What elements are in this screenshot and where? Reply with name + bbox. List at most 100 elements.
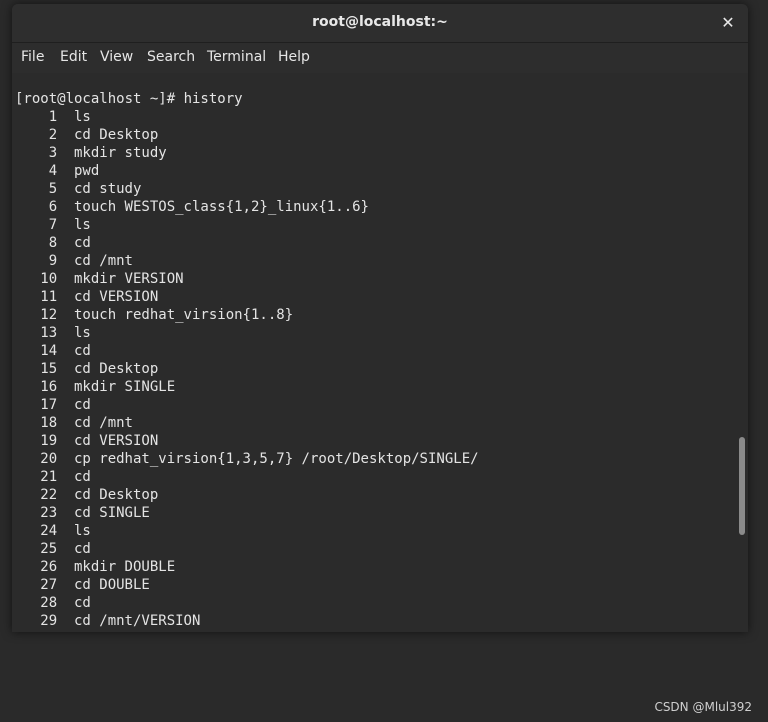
history-number: 12 — [40, 307, 58, 323]
history-command: mkdir SINGLE — [73, 379, 176, 395]
history-command: cd /mnt — [73, 415, 133, 431]
menu-edit[interactable]: Edit — [60, 49, 87, 65]
history-number: 19 — [40, 433, 58, 449]
history-number: 2 — [48, 127, 58, 143]
history-number: 27 — [40, 577, 58, 593]
history-number: 29 — [40, 613, 58, 629]
history-line: 5 cd study — [15, 180, 479, 198]
history-command: mkdir study — [73, 145, 167, 161]
history-command: cd SINGLE — [73, 505, 150, 521]
history-number: 16 — [40, 379, 58, 395]
history-line: 22 cd Desktop — [15, 486, 479, 504]
history-line: 9 cd /mnt — [15, 252, 479, 270]
history-line: 13 ls — [15, 324, 479, 342]
history-command: cd — [73, 235, 91, 251]
history-line: 28 cd — [15, 594, 479, 612]
scrollbar-thumb[interactable] — [739, 437, 745, 535]
history-number: 14 — [40, 343, 58, 359]
window-title: root@localhost:~ — [312, 14, 448, 30]
history-line: 18 cd /mnt — [15, 414, 479, 432]
history-line: 4 pwd — [15, 162, 479, 180]
history-number: 3 — [48, 145, 58, 161]
history-line: 19 cd VERSION — [15, 432, 479, 450]
history-line: 27 cd DOUBLE — [15, 576, 479, 594]
menu-view[interactable]: View — [100, 49, 133, 65]
history-number: 18 — [40, 415, 58, 431]
history-number: 28 — [40, 595, 58, 611]
menu-bar: File Edit View Search Terminal Help — [12, 43, 748, 73]
history-line: 14 cd — [15, 342, 479, 360]
history-number: 8 — [48, 235, 58, 251]
history-number: 4 — [48, 163, 58, 179]
history-line: 25 cd — [15, 540, 479, 558]
menu-help[interactable]: Help — [278, 49, 310, 65]
history-command: cd VERSION — [73, 433, 159, 449]
history-line: 12 touch redhat_virsion{1..8} — [15, 306, 479, 324]
history-command: cd Desktop — [73, 361, 159, 377]
history-line: 16 mkdir SINGLE — [15, 378, 479, 396]
history-number: 10 — [40, 271, 58, 287]
history-command: touch WESTOS_class{1,2}_linux{1..6} — [73, 199, 369, 215]
history-command: ls — [73, 217, 91, 233]
history-number: 6 — [48, 199, 58, 215]
history-line: 6 touch WESTOS_class{1,2}_linux{1..6} — [15, 198, 479, 216]
history-number: 13 — [40, 325, 58, 341]
history-command: ls — [73, 523, 91, 539]
history-command: touch redhat_virsion{1..8} — [73, 307, 294, 323]
history-number: 1 — [48, 109, 58, 125]
history-number: 5 — [48, 181, 58, 197]
close-icon[interactable]: ✕ — [718, 13, 738, 33]
history-line: 7 ls — [15, 216, 479, 234]
history-line: 21 cd — [15, 468, 479, 486]
terminal-lines: [root@localhost ~]# history 1 ls 2 cd Deskt… — [15, 90, 479, 630]
history-command: ls — [73, 109, 91, 125]
history-command: pwd — [73, 163, 100, 179]
history-number: 21 — [40, 469, 58, 485]
watermark: CSDN @Mlul392 — [654, 700, 752, 714]
history-number: 7 — [48, 217, 58, 233]
history-command: cp redhat_virsion{1,3,5,7} /root/Desktop… — [73, 451, 479, 467]
history-number: 15 — [40, 361, 58, 377]
history-number: 9 — [48, 253, 58, 269]
history-command: cd — [73, 397, 91, 413]
history-line: 8 cd — [15, 234, 479, 252]
history-command: cd DOUBLE — [73, 577, 150, 593]
menu-terminal[interactable]: Terminal — [207, 49, 266, 65]
history-command: cd — [73, 595, 91, 611]
history-number: 17 — [40, 397, 58, 413]
history-line: 1 ls — [15, 108, 479, 126]
history-line: 3 mkdir study — [15, 144, 479, 162]
history-line: 20 cp redhat_virsion{1,3,5,7} /root/Deskt… — [15, 450, 479, 468]
history-number: 22 — [40, 487, 58, 503]
menu-search[interactable]: Search — [147, 49, 195, 65]
history-line: 2 cd Desktop — [15, 126, 479, 144]
history-command: mkdir DOUBLE — [73, 559, 176, 575]
history-number: 25 — [40, 541, 58, 557]
history-line: 11 cd VERSION — [15, 288, 479, 306]
history-number: 24 — [40, 523, 58, 539]
history-line: 10 mkdir VERSION — [15, 270, 479, 288]
history-line: 23 cd SINGLE — [15, 504, 479, 522]
history-line: 29 cd /mnt/VERSION — [15, 612, 479, 630]
history-line: 26 mkdir DOUBLE — [15, 558, 479, 576]
history-command: cd Desktop — [73, 127, 159, 143]
history-number: 20 — [40, 451, 58, 467]
history-command: cd VERSION — [73, 289, 159, 305]
title-bar: root@localhost:~ ✕ — [12, 4, 748, 43]
history-command: cd — [73, 541, 91, 557]
history-line: 17 cd — [15, 396, 479, 414]
history-command: cd /mnt — [73, 253, 133, 269]
terminal-output[interactable]: [root@localhost ~]# history 1 ls 2 cd Deskt… — [12, 73, 748, 632]
menu-file[interactable]: File — [21, 49, 44, 65]
history-number: 26 — [40, 559, 58, 575]
history-number: 23 — [40, 505, 58, 521]
history-command: cd study — [73, 181, 142, 197]
history-command: cd Desktop — [73, 487, 159, 503]
history-command: ls — [73, 325, 91, 341]
terminal-window: root@localhost:~ ✕ File Edit View Search… — [12, 4, 748, 632]
history-command: mkdir VERSION — [73, 271, 184, 287]
history-number: 11 — [40, 289, 58, 305]
history-command: cd — [73, 469, 91, 485]
history-line: 24 ls — [15, 522, 479, 540]
history-command: cd — [73, 343, 91, 359]
